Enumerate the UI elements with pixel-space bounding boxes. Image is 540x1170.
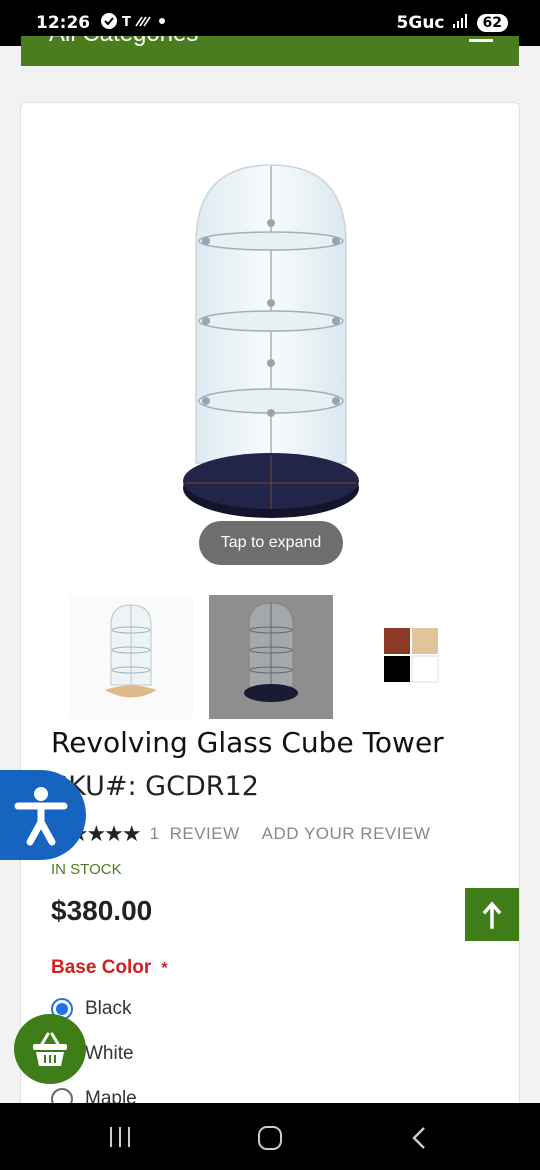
arrow-up-icon <box>482 900 502 929</box>
hamburger-icon[interactable] <box>469 36 493 42</box>
status-left: 12:26 T <box>36 12 397 35</box>
scroll-to-top-button[interactable] <box>465 888 519 941</box>
base-color-label: Base Color * <box>51 957 168 979</box>
required-marker: * <box>161 960 168 977</box>
accessibility-person-icon <box>14 787 68 846</box>
back-icon[interactable] <box>410 1125 428 1154</box>
status-right: 5Guc 62 <box>397 13 508 33</box>
accessibility-button[interactable] <box>0 770 86 860</box>
thumbnail-black-tower[interactable] <box>209 595 333 719</box>
svg-text:T: T <box>122 15 131 30</box>
category-bar-label: All Categories <box>49 36 198 46</box>
home-icon[interactable] <box>258 1126 282 1150</box>
product-price: $380.00 <box>51 895 153 926</box>
product-title: Revolving Glass Cube Tower <box>51 726 444 759</box>
product-card: Tap to expand Revolving Glass Cube Tower… <box>20 102 520 1112</box>
tap-to-expand-hint[interactable]: Tap to expand <box>199 521 343 565</box>
basket-icon <box>33 1032 67 1066</box>
product-main-image[interactable] <box>176 163 366 553</box>
rating-row: ★★★★★ 1 REVIEW ADD YOUR REVIEW <box>51 821 430 847</box>
stock-status: IN STOCK <box>51 861 122 878</box>
review-label[interactable]: REVIEW <box>170 824 240 844</box>
review-count[interactable]: 1 <box>150 824 160 844</box>
option-black-label: Black <box>85 998 132 1019</box>
thumbnail-strip <box>69 595 473 719</box>
recent-apps-icon[interactable] <box>108 1127 132 1147</box>
category-bar[interactable]: All Categories <box>21 36 519 66</box>
notification-icons: T <box>100 12 170 35</box>
add-review-link[interactable]: ADD YOUR REVIEW <box>262 824 431 844</box>
base-color-label-text: Base Color <box>51 957 152 978</box>
cart-button[interactable] <box>14 1014 86 1084</box>
battery-indicator: 62 <box>476 14 508 32</box>
network-label: 5Guc <box>396 13 445 33</box>
system-nav-bar <box>0 1103 540 1170</box>
thumbnail-maple-tower[interactable] <box>69 595 193 719</box>
status-time: 12:26 <box>36 13 91 33</box>
option-white-label: White <box>85 1043 134 1064</box>
signal-icon <box>452 13 469 33</box>
thumbnail-color-swatches[interactable] <box>349 595 473 719</box>
tap-to-expand-label: Tap to expand <box>220 534 322 551</box>
